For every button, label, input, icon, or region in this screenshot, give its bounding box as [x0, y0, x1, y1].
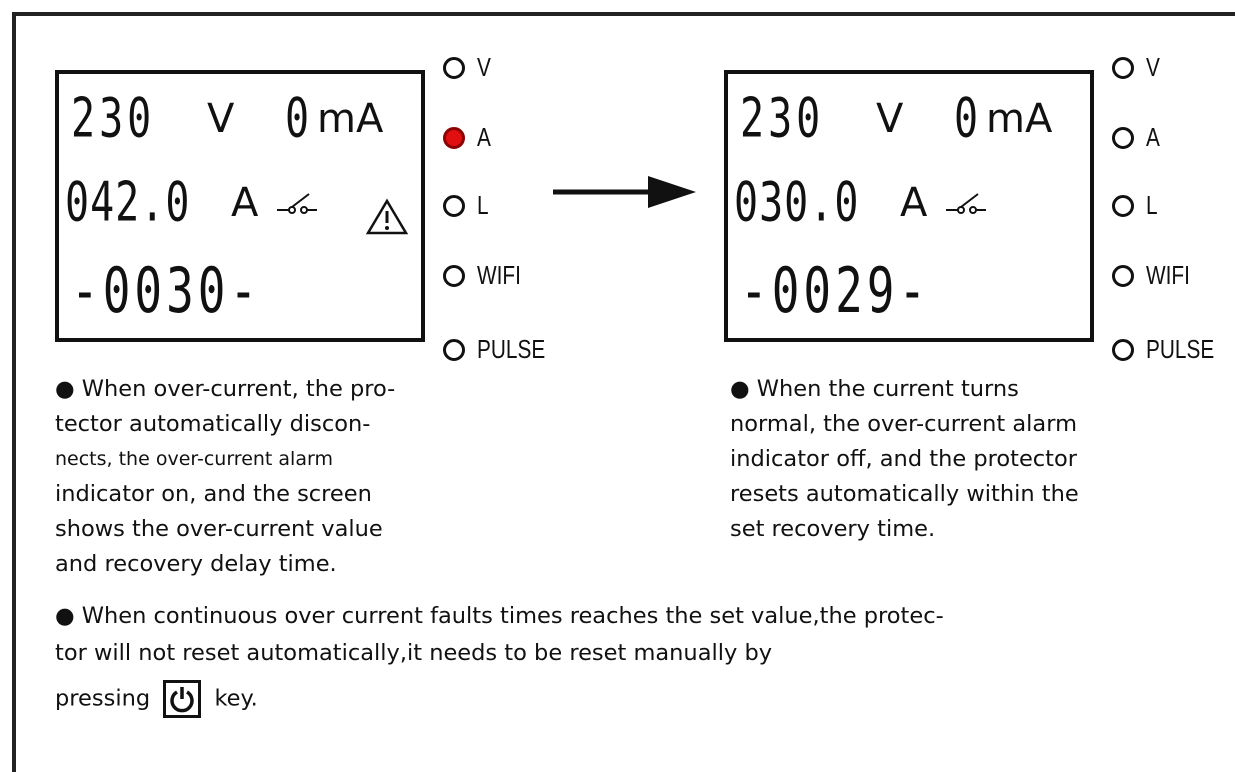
note-text: key.	[214, 685, 258, 712]
indicator-label: A	[477, 122, 491, 152]
desc-line: indicator off, and the protector	[730, 446, 1078, 472]
lcd-screen-right: 230 V 0 mA 030.0 A -0029-	[724, 70, 1094, 342]
desc-line: shows the over-current value	[55, 516, 383, 542]
desc-line: nects, the over-current alarm	[55, 448, 333, 470]
current-readout: 042.0	[65, 172, 191, 235]
warning-triangle-icon	[365, 198, 409, 235]
leak-unit: mA	[317, 96, 384, 142]
led-icon	[1112, 338, 1134, 361]
leak-unit: mA	[986, 96, 1053, 142]
indicator-wifi-right: WIFI	[1112, 260, 1201, 291]
led-on-icon	[443, 126, 465, 149]
indicator-wifi-left: WIFI	[443, 260, 532, 291]
indicator-pulse-right: PULSE	[1112, 334, 1231, 365]
led-icon	[1112, 56, 1134, 79]
led-icon	[1112, 126, 1134, 149]
voltage-unit: V	[207, 96, 235, 142]
indicator-label: L	[1146, 190, 1158, 220]
desc-line: resets automatically within the	[730, 481, 1079, 507]
voltage-readout: 230	[740, 88, 825, 151]
indicator-l-left: L	[443, 190, 491, 221]
current-unit: A	[900, 180, 928, 226]
desc-line: indicator on, and the screen	[55, 481, 372, 507]
desc-line: normal, the over-current alarm	[730, 411, 1077, 437]
current-unit: A	[231, 180, 259, 226]
note-line-key: pressing key.	[55, 680, 1215, 718]
count-readout: -0030-	[71, 254, 262, 327]
power-key-icon	[163, 680, 202, 718]
indicator-v-left: V	[443, 52, 494, 83]
indicator-label: V	[477, 52, 491, 82]
desc-line: ● When the current turns	[730, 376, 1019, 402]
breaker-open-icon	[277, 193, 317, 214]
indicator-l-right: L	[1112, 190, 1160, 221]
leak-readout: 0	[954, 88, 983, 151]
description-left: ● When over-current, the pro- tector aut…	[55, 372, 515, 582]
led-icon	[443, 56, 465, 79]
indicator-label: L	[477, 190, 489, 220]
indicator-a-left: A	[443, 122, 494, 153]
desc-line: and recovery delay time.	[55, 551, 337, 577]
voltage-unit: V	[876, 96, 904, 142]
led-icon	[443, 194, 465, 217]
desc-line: set recovery time.	[730, 516, 936, 542]
lcd-screen-left: 230 V 0 mA 042.0 A -0030-	[55, 70, 425, 342]
note-text: pressing	[55, 685, 151, 712]
reset-note: ● When continuous over current faults ti…	[55, 598, 1215, 718]
breaker-open-icon	[946, 193, 986, 214]
indicator-label: WIFI	[1146, 260, 1190, 290]
voltage-readout: 230	[71, 88, 156, 151]
indicator-label: PULSE	[1146, 334, 1215, 364]
led-icon	[1112, 264, 1134, 287]
indicator-v-right: V	[1112, 52, 1163, 83]
description-right: ● When the current turns normal, the ove…	[730, 372, 1210, 547]
led-icon	[443, 264, 465, 287]
indicator-label: PULSE	[477, 334, 546, 364]
indicator-label: V	[1146, 52, 1160, 82]
leak-readout: 0	[285, 88, 314, 151]
led-icon	[1112, 194, 1134, 217]
indicator-label: WIFI	[477, 260, 521, 290]
indicator-a-right: A	[1112, 122, 1163, 153]
indicator-pulse-left: PULSE	[443, 334, 562, 365]
note-line: ● When continuous over current faults ti…	[55, 603, 944, 629]
led-icon	[443, 338, 465, 361]
count-readout: -0029-	[740, 254, 931, 327]
indicator-label: A	[1146, 122, 1160, 152]
current-readout: 030.0	[734, 172, 860, 235]
note-line: tor will not reset automatically,it need…	[55, 640, 773, 666]
desc-line: tector automatically discon-	[55, 411, 371, 437]
desc-line: ● When over-current, the pro-	[55, 376, 396, 402]
right-arrow-icon	[553, 176, 696, 208]
